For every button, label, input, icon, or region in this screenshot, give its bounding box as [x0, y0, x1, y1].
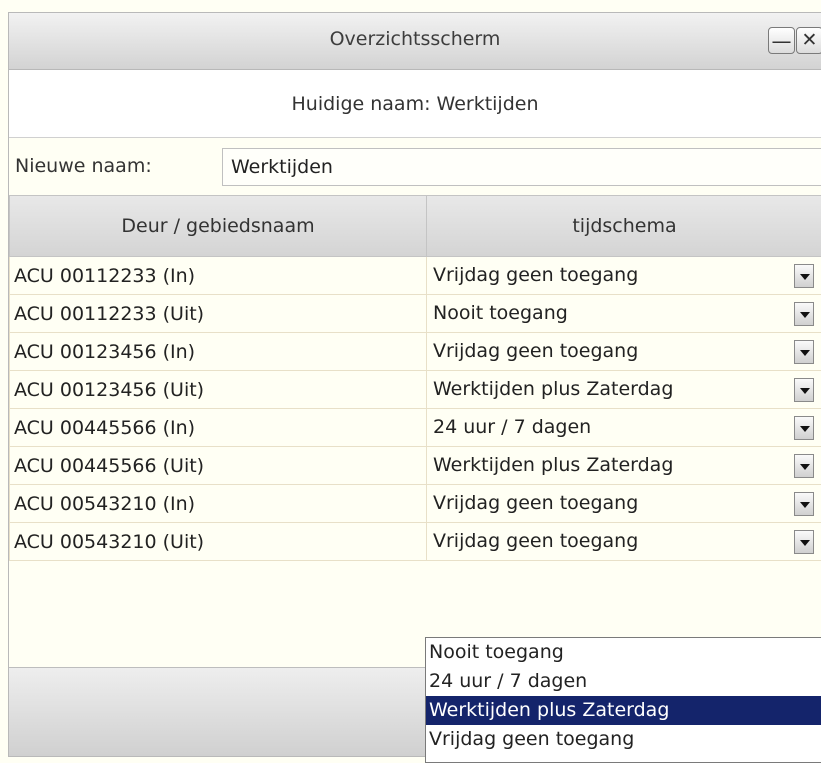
- chevron-down-icon[interactable]: [794, 492, 814, 516]
- schedule-value: Vrijdag geen toegang: [433, 492, 639, 514]
- schedule-dropdown-list[interactable]: Nooit toegang 24 uur / 7 dagen Werktijde…: [425, 637, 821, 763]
- chevron-down-icon[interactable]: [794, 530, 814, 554]
- chevron-down-icon[interactable]: [794, 264, 814, 288]
- table-row: ACU 00123456 (Uit) Werktijden plus Zater…: [9, 370, 821, 409]
- table-row: ACU 00112233 (Uit) Nooit toegang: [9, 294, 821, 333]
- chevron-down-icon[interactable]: [794, 454, 814, 478]
- table-row: ACU 00543210 (Uit) Vrijdag geen toegang: [9, 522, 821, 561]
- schedule-value: 24 uur / 7 dagen: [433, 416, 592, 438]
- new-name-label: Nieuwe naam:: [15, 155, 152, 177]
- schedule-value: Werktijden plus Zaterdag: [433, 454, 674, 476]
- window-title: Overzichtsscherm: [329, 28, 501, 50]
- door-name: ACU 00123456 (In): [9, 332, 427, 371]
- door-name: ACU 00112233 (In): [9, 256, 427, 295]
- column-header-door[interactable]: Deur / gebiedsnaam: [9, 196, 427, 257]
- table-row: ACU 00543210 (In) Vrijdag geen toegang: [9, 484, 821, 523]
- dropdown-option-highlighted[interactable]: Werktijden plus Zaterdag: [426, 696, 821, 725]
- schedule-value: Nooit toegang: [433, 302, 568, 324]
- table-row: ACU 00112233 (In) Vrijdag geen toegang: [9, 256, 821, 295]
- schedule-select[interactable]: Nooit toegang: [426, 294, 821, 333]
- table-row: ACU 00445566 (Uit) Werktijden plus Zater…: [9, 446, 821, 485]
- schedule-select[interactable]: Vrijdag geen toegang: [426, 256, 821, 295]
- column-header-schedule[interactable]: tijdschema: [426, 196, 821, 257]
- schedule-select[interactable]: Vrijdag geen toegang: [426, 484, 821, 523]
- door-name: ACU 00112233 (Uit): [9, 294, 427, 333]
- dropdown-option[interactable]: 24 uur / 7 dagen: [426, 667, 821, 696]
- schedule-value: Werktijden plus Zaterdag: [433, 378, 674, 400]
- minimize-icon[interactable]: —: [768, 27, 795, 54]
- chevron-down-icon[interactable]: [794, 378, 814, 402]
- chevron-down-icon[interactable]: [794, 340, 814, 364]
- chevron-down-icon[interactable]: [794, 416, 814, 440]
- close-icon[interactable]: ✕: [796, 27, 821, 54]
- door-name: ACU 00543210 (Uit): [9, 522, 427, 561]
- door-schedule-table: Deur / gebiedsnaam tijdschema ACU 001122…: [9, 196, 821, 561]
- schedule-select[interactable]: Werktijden plus Zaterdag: [426, 446, 821, 485]
- schedule-select[interactable]: Werktijden plus Zaterdag: [426, 370, 821, 409]
- chevron-down-icon[interactable]: [794, 302, 814, 326]
- table-row: ACU 00123456 (In) Vrijdag geen toegang: [9, 332, 821, 371]
- schedule-value: Vrijdag geen toegang: [433, 264, 639, 286]
- door-name: ACU 00445566 (In): [9, 408, 427, 447]
- dropdown-option[interactable]: Vrijdag geen toegang: [426, 725, 821, 754]
- schedule-select[interactable]: Vrijdag geen toegang: [426, 522, 821, 561]
- door-name: ACU 00543210 (In): [9, 484, 427, 523]
- schedule-select[interactable]: 24 uur / 7 dagen: [426, 408, 821, 447]
- table-row: ACU 00445566 (In) 24 uur / 7 dagen: [9, 408, 821, 447]
- schedule-value: Vrijdag geen toegang: [433, 340, 639, 362]
- door-name: ACU 00123456 (Uit): [9, 370, 427, 409]
- rename-row: Nieuwe naam:: [9, 138, 821, 196]
- title-bar[interactable]: Overzichtsscherm — ✕: [9, 13, 821, 70]
- door-name: ACU 00445566 (Uit): [9, 446, 427, 485]
- schedule-select[interactable]: Vrijdag geen toegang: [426, 332, 821, 371]
- current-name: Huidige naam: Werktijden: [9, 70, 821, 138]
- schedule-value: Vrijdag geen toegang: [433, 530, 639, 552]
- dropdown-option[interactable]: Nooit toegang: [426, 638, 821, 667]
- new-name-input[interactable]: [222, 148, 821, 186]
